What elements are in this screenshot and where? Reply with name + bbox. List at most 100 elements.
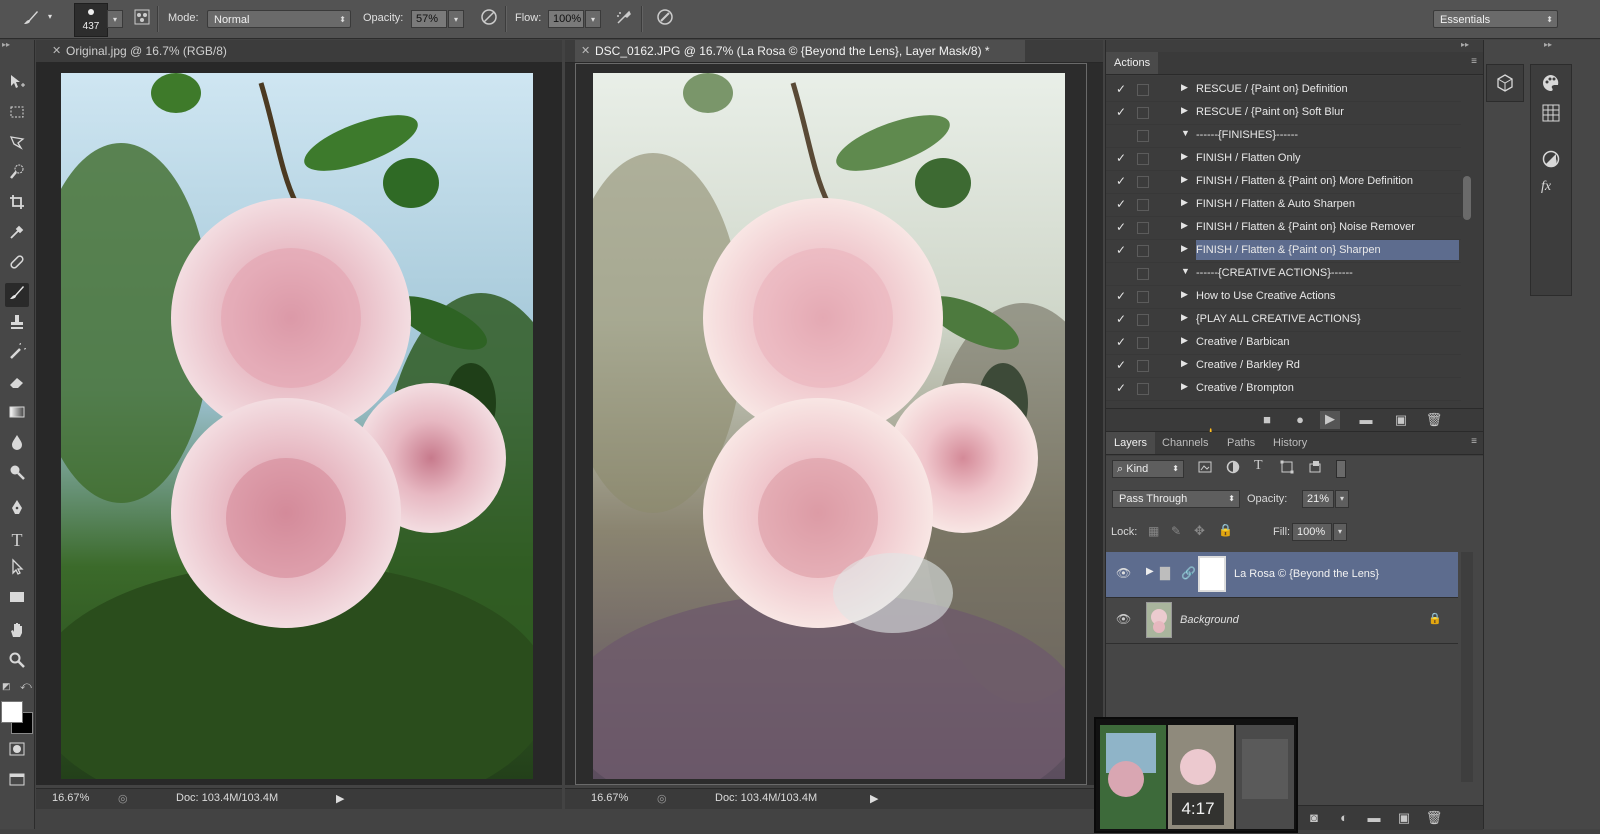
airbrush-icon[interactable] <box>613 8 635 30</box>
new-layer-icon[interactable]: ▣ <box>1394 810 1414 826</box>
history-brush-tool-icon[interactable] <box>5 340 29 367</box>
stop-button[interactable]: ■ <box>1257 412 1277 427</box>
filter-toggle[interactable] <box>1336 460 1346 478</box>
status-menu-arrow-icon[interactable]: ▶ <box>336 792 344 805</box>
tab-layers[interactable]: Layers <box>1106 432 1156 454</box>
document-tab-dsc[interactable]: ✕ DSC_0162.JPG @ 16.7% (La Rosa © {Beyon… <box>575 40 1025 62</box>
canvas-area-dsc[interactable] <box>565 63 1103 785</box>
eyedropper-tool-icon[interactable] <box>5 223 29 247</box>
cube-3d-icon[interactable] <box>1495 73 1515 93</box>
delete-trash-icon[interactable]: 🗑 <box>1424 412 1444 428</box>
blend-mode-select[interactable]: Pass Through ⬍ <box>1112 490 1240 508</box>
dialog-toggle-box[interactable] <box>1137 314 1149 326</box>
collapsed-triangle-icon[interactable]: ▶ <box>1181 381 1188 392</box>
type-filter-icon[interactable]: T <box>1254 458 1263 474</box>
action-enabled-check-icon[interactable]: ✓ <box>1116 220 1126 234</box>
layer-name[interactable]: Background <box>1180 614 1239 626</box>
new-action-icon[interactable]: ▣ <box>1391 412 1411 428</box>
action-row[interactable]: ✓ ▶ {PLAY ALL CREATIVE ACTIONS} <box>1106 308 1461 332</box>
collapsed-triangle-icon[interactable]: ▶ <box>1181 358 1188 369</box>
shape-filter-icon[interactable] <box>1280 460 1296 476</box>
lock-transparent-icon[interactable]: ▦ <box>1148 524 1159 538</box>
dodge-tool-icon[interactable] <box>5 463 29 487</box>
move-tool-icon[interactable] <box>5 73 29 97</box>
collapsed-triangle-icon[interactable]: ▶ <box>1181 220 1188 231</box>
dialog-toggle-box[interactable] <box>1137 222 1149 234</box>
action-name[interactable]: FINISH / Flatten & {Paint on} Noise Remo… <box>1196 221 1459 233</box>
layers-scrollbar[interactable] <box>1461 552 1473 782</box>
zoom-tool-icon[interactable] <box>5 651 29 675</box>
action-row[interactable]: ✓ ▶ How to Use Creative Actions <box>1106 285 1461 309</box>
zoom-level[interactable]: 16.67% <box>52 792 89 804</box>
dialog-toggle-box[interactable] <box>1137 130 1149 142</box>
pressure-size-icon[interactable] <box>654 8 676 30</box>
action-name[interactable]: Creative / Brompton <box>1196 382 1459 394</box>
mode-select[interactable]: Normal ⬍ <box>207 10 351 28</box>
delete-trash-icon[interactable]: 🗑 <box>1424 810 1444 826</box>
collapsed-triangle-icon[interactable]: ▶ <box>1181 312 1188 323</box>
default-colors-icon[interactable]: ◩ <box>2 681 12 691</box>
lock-position-icon[interactable]: ✥ <box>1194 523 1205 539</box>
action-name[interactable]: FINISH / Flatten & {Paint on} Sharpen <box>1196 240 1459 260</box>
action-name[interactable]: ------{CREATIVE ACTIONS}------ <box>1196 267 1459 279</box>
collapsed-triangle-icon[interactable]: ▶ <box>1181 335 1188 346</box>
play-button[interactable]: ▶ <box>1320 411 1340 429</box>
collapsed-triangle-icon[interactable]: ▶ <box>1181 197 1188 208</box>
adjustments-icon[interactable] <box>1541 149 1561 169</box>
collapsed-triangle-icon[interactable]: ▶ <box>1181 289 1188 300</box>
dialog-toggle-box[interactable] <box>1137 291 1149 303</box>
action-row[interactable]: ✓ ▶ FINISH / Flatten & {Paint on} Noise Re… <box>1106 216 1461 240</box>
adjustment-filter-icon[interactable] <box>1226 460 1242 476</box>
action-row[interactable]: ▼ ------{CREATIVE ACTIONS}------ <box>1106 262 1461 286</box>
action-row[interactable]: ✓ ▶ FINISH / Flatten & {Paint on} More Def… <box>1106 170 1461 194</box>
brush-preset-picker[interactable]: 437 <box>74 3 108 37</box>
brush-tool-icon[interactable] <box>20 8 42 30</box>
action-row[interactable]: ✓ ▶ Creative / Brompton <box>1106 377 1461 401</box>
action-row[interactable]: ✓ ▶ FINISH / Flatten & Auto Sharpen <box>1106 193 1461 217</box>
collapsed-triangle-icon[interactable]: ▶ <box>1181 243 1188 254</box>
action-row[interactable]: ✓ ▶ RESCUE / {Paint on} Definition <box>1106 78 1461 102</box>
layer-row[interactable]: 👁 Background 🔒 <box>1106 598 1458 644</box>
eraser-tool-icon[interactable] <box>5 373 29 397</box>
zoom-level[interactable]: 16.67% <box>591 792 628 804</box>
mask-link-icon[interactable]: 🔗 <box>1181 566 1196 580</box>
action-enabled-check-icon[interactable]: ✓ <box>1116 174 1126 188</box>
action-name[interactable]: RESCUE / {Paint on} Definition <box>1196 83 1459 95</box>
collapsed-triangle-icon[interactable]: ▶ <box>1181 174 1188 185</box>
actions-scrollbar-thumb[interactable] <box>1463 176 1471 220</box>
video-preview-thumbnail[interactable]: 4:17 <box>1094 717 1298 833</box>
adjustment-layer-icon[interactable]: ◐ <box>1334 810 1354 825</box>
new-group-folder-icon[interactable]: ▬ <box>1364 810 1384 825</box>
collapsed-triangle-icon[interactable]: ▶ <box>1181 105 1188 116</box>
dialog-toggle-box[interactable] <box>1137 383 1149 395</box>
action-name[interactable]: {PLAY ALL CREATIVE ACTIONS} <box>1196 313 1459 325</box>
brush-preset-dropdown[interactable]: ▾ <box>107 10 123 28</box>
action-enabled-check-icon[interactable]: ✓ <box>1116 289 1126 303</box>
action-name[interactable]: Creative / Barbican <box>1196 336 1459 348</box>
rectangle-tool-icon[interactable] <box>5 588 29 612</box>
action-name[interactable]: Creative / Barkley Rd <box>1196 359 1459 371</box>
action-row[interactable]: ✓ ▶ RESCUE / {Paint on} Soft Blur <box>1106 101 1461 125</box>
collapse-arrows-icon[interactable]: ▸▸ <box>2 40 32 49</box>
tab-actions[interactable]: Actions <box>1106 52 1159 74</box>
layer-opacity-field[interactable]: 21% <box>1302 490 1334 508</box>
close-icon[interactable]: ✕ <box>52 40 61 62</box>
flow-field[interactable]: 100% <box>548 10 584 28</box>
expanded-triangle-icon[interactable]: ▼ <box>1181 128 1190 138</box>
document-tab-original[interactable]: ✕ Original.jpg @ 16.7% (RGB/8) <box>46 40 306 62</box>
dialog-toggle-box[interactable] <box>1137 153 1149 165</box>
record-button[interactable]: ● <box>1290 412 1310 427</box>
status-menu-arrow-icon[interactable]: ▶ <box>870 792 878 805</box>
tab-history[interactable]: History <box>1265 432 1315 454</box>
layer-thumbnail[interactable] <box>1146 602 1172 638</box>
action-enabled-check-icon[interactable]: ✓ <box>1116 312 1126 326</box>
layer-row[interactable]: 👁 ▶ ▇ 🔗 La Rosa © {Beyond the Lens} <box>1106 552 1458 598</box>
dialog-toggle-box[interactable] <box>1137 176 1149 188</box>
collapsed-triangle-icon[interactable]: ▶ <box>1181 82 1188 93</box>
dialog-toggle-box[interactable] <box>1137 360 1149 372</box>
action-name[interactable]: How to Use Creative Actions <box>1196 290 1459 302</box>
panel-menu-icon[interactable]: ≡ <box>1471 436 1477 447</box>
dialog-toggle-box[interactable] <box>1137 107 1149 119</box>
layer-mask-thumbnail[interactable] <box>1198 556 1226 592</box>
layer-opacity-dropdown[interactable]: ▾ <box>1335 490 1349 508</box>
